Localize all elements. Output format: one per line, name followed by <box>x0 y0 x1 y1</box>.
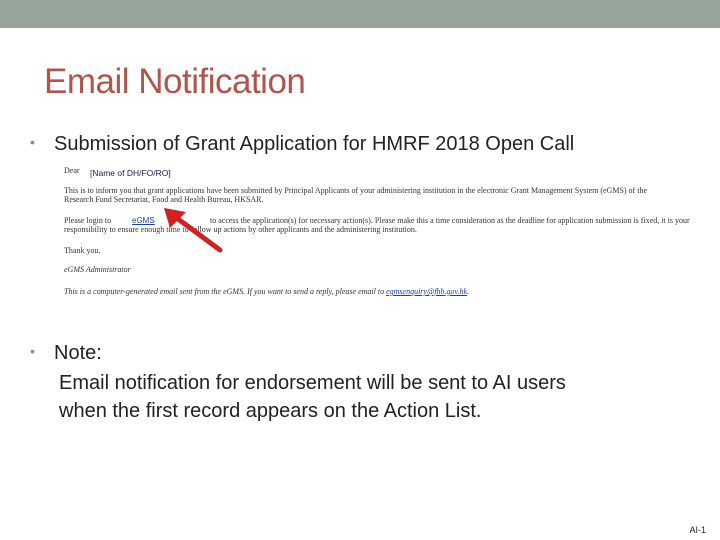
email-footer-end: . <box>467 287 470 296</box>
email-footer: This is a computer-generated email sent … <box>64 287 469 296</box>
email-line-3-start: Please login to <box>64 216 112 225</box>
egms-link[interactable]: eGMS <box>132 216 155 225</box>
email-footer-text: This is a computer-generated email sent … <box>64 287 385 296</box>
email-thank-you: Thank you. <box>64 246 101 255</box>
note-body: Email notification for endorsement will … <box>59 369 699 425</box>
email-line-1: This is to inform you that grant applica… <box>64 186 647 195</box>
bullet-submission: • Submission of Grant Application for HMR… <box>30 133 574 156</box>
note-line-1: Email notification for endorsement will … <box>59 372 566 394</box>
slide-number: AI-1 <box>689 525 706 535</box>
email-footer-address[interactable]: egmsenquiry@fhb.gov.hk <box>386 287 467 296</box>
note-line-2: when the first record appears on the Act… <box>59 400 482 422</box>
recipient-placeholder: [Name of DH/FO/RO] <box>90 168 171 178</box>
red-arrow-icon <box>164 208 223 253</box>
bullet-note: • Note: <box>30 342 102 365</box>
bullet-note-label: Note: <box>54 342 102 364</box>
email-screenshot: Dear [Name of DH/FO/RO] This is to infor… <box>64 164 690 304</box>
bullet-dot: • <box>30 343 35 359</box>
bullet-submission-text: Submission of Grant Application for HMRF… <box>54 133 575 155</box>
email-signature: eGMS Administrator <box>64 265 131 274</box>
email-salutation: Dear <box>64 166 80 175</box>
slide-title: Email Notification <box>44 62 306 101</box>
bullet-dot: • <box>30 134 35 150</box>
email-line-3-end: to access the application(s) for necessa… <box>210 216 690 225</box>
email-line-4: responsibility to ensure enough time to … <box>64 225 417 234</box>
email-line-2: Research Fund Secretariat, Food and Heal… <box>64 195 264 204</box>
top-bar <box>0 0 720 28</box>
